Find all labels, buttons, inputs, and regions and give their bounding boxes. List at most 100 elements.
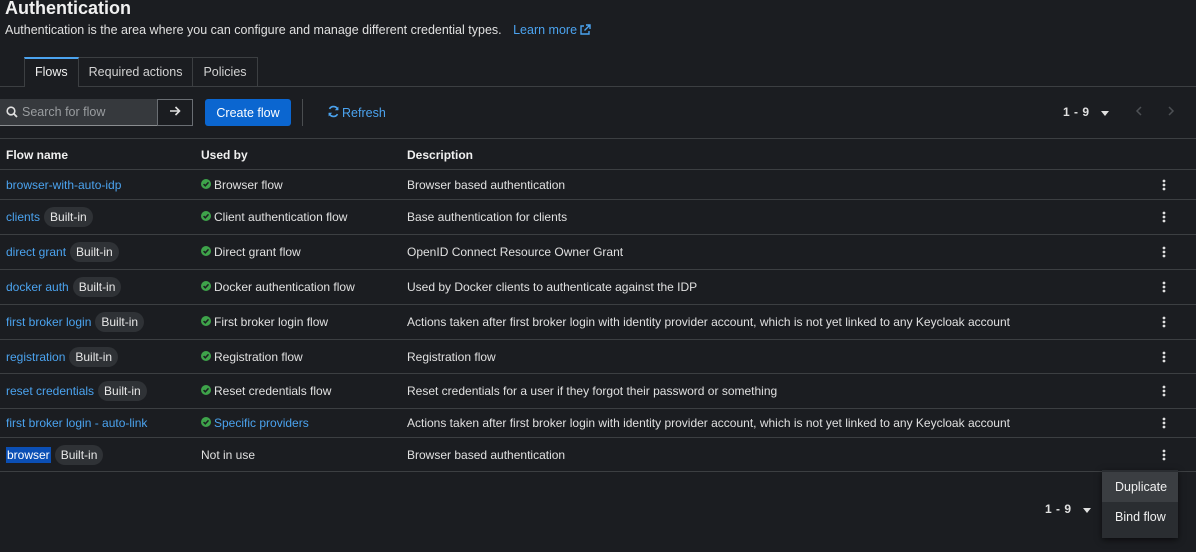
kebab-menu-icon[interactable]: [1162, 374, 1166, 408]
used-by-cell: Not in use: [201, 438, 255, 471]
menu-item-bind-flow[interactable]: Bind flow: [1102, 502, 1178, 532]
learn-more-label: Learn more: [513, 23, 578, 37]
pagination-top: 1 - 9: [1063, 105, 1175, 119]
table-row: first broker login - auto-link Specific p…: [0, 409, 1196, 438]
page-title: Authentication: [5, 0, 131, 18]
built-in-badge: Built-in: [72, 277, 122, 297]
flow-name-cell: registration Built-in: [6, 340, 119, 373]
used-by-cell: Docker authentication flow: [201, 270, 355, 304]
learn-more-link[interactable]: Learn more: [513, 23, 591, 37]
tab-flows[interactable]: Flows: [24, 57, 79, 87]
kebab-menu-icon[interactable]: [1162, 305, 1166, 339]
used-by-cell: First broker login flow: [201, 305, 328, 339]
column-header-flow-name[interactable]: Flow name: [6, 148, 68, 162]
table-header: Flow name Used by Description: [0, 138, 1196, 170]
create-flow-button[interactable]: Create flow: [205, 99, 291, 126]
description-cell: Base authentication for clients: [407, 210, 568, 224]
chevron-right-icon[interactable]: [1167, 105, 1175, 119]
used-by-cell: Specific providers: [201, 409, 309, 437]
used-by-cell: Client authentication flow: [201, 200, 347, 234]
chevron-left-icon[interactable]: [1135, 105, 1142, 119]
flow-name-link[interactable]: browser-with-auto-idp: [6, 178, 121, 192]
flow-name-link[interactable]: clients: [6, 210, 40, 224]
check-circle-icon: [201, 280, 211, 294]
table-body: browser-with-auto-idp Browser flow Browser…: [0, 170, 1196, 472]
refresh-icon: [327, 105, 342, 121]
check-circle-icon: [201, 384, 211, 398]
table-row: first broker login Built-in First broker l…: [0, 305, 1196, 340]
pagination-bottom: 1 - 9: [1045, 502, 1091, 516]
used-by-text: Client authentication flow: [214, 210, 348, 224]
menu-item-duplicate[interactable]: Duplicate: [1102, 472, 1178, 502]
tab-required-actions[interactable]: Required actions: [78, 57, 194, 87]
check-circle-icon: [201, 315, 211, 329]
column-header-description: Description: [407, 148, 474, 162]
check-circle-icon: [201, 210, 211, 224]
description-cell: Browser based authentication: [407, 177, 566, 192]
description-cell: Actions taken after first broker login w…: [407, 315, 1010, 329]
arrow-right-icon: [169, 105, 181, 120]
check-circle-icon: [201, 178, 211, 192]
built-in-badge: Built-in: [54, 444, 104, 465]
search-icon: [6, 106, 18, 121]
built-in-badge: Built-in: [44, 207, 93, 227]
built-in-badge: Built-in: [69, 346, 119, 367]
used-by-text: Docker authentication flow: [214, 280, 355, 294]
flow-name-cell: first broker login Built-in: [6, 305, 145, 339]
used-by-text: Registration flow: [214, 349, 303, 364]
flow-name-link[interactable]: first broker login: [6, 315, 91, 329]
refresh-button[interactable]: Refresh: [327, 105, 386, 121]
kebab-menu-icon[interactable]: [1162, 200, 1166, 234]
toolbar: Create flow Refresh 1 - 9: [0, 99, 1196, 126]
kebab-menu-icon[interactable]: [1162, 235, 1166, 269]
built-in-badge: Built-in: [95, 312, 145, 332]
used-by-text: Browser flow: [214, 177, 283, 192]
used-by-text: Direct grant flow: [214, 245, 301, 259]
flow-name-link[interactable]: reset credentials: [6, 384, 94, 398]
search-input[interactable]: [22, 99, 152, 125]
flow-name-link[interactable]: first broker login - auto-link: [6, 416, 147, 430]
search-box: [0, 99, 157, 126]
flow-name-link[interactable]: registration: [6, 350, 65, 364]
flows-table: Flow name Used by Description browser-wi…: [0, 138, 1196, 472]
flow-name-link[interactable]: browser: [6, 446, 51, 463]
table-row: direct grant Built-in Direct grant flow Ope…: [0, 235, 1196, 270]
row-actions-menu: Duplicate Bind flow: [1102, 470, 1178, 538]
table-row: browser-with-auto-idp Browser flow Browser…: [0, 170, 1196, 200]
used-by-cell: Browser flow: [201, 170, 283, 199]
check-circle-icon: [201, 350, 211, 364]
kebab-menu-icon[interactable]: [1162, 170, 1166, 199]
used-by-link[interactable]: Specific providers: [214, 416, 309, 430]
kebab-menu-icon[interactable]: [1162, 409, 1166, 437]
description-cell: Registration flow: [407, 349, 496, 364]
search-submit-button[interactable]: [157, 99, 193, 126]
tab-bar: Flows Required actions Policies: [24, 57, 258, 87]
column-header-used-by: Used by: [201, 148, 248, 162]
used-by-cell: Registration flow: [201, 340, 303, 373]
flow-name-cell: direct grant Built-in: [6, 235, 119, 269]
kebab-menu-icon[interactable]: [1162, 438, 1166, 471]
flow-name-cell: browser Built-in: [6, 438, 104, 471]
used-by-cell: Reset credentials flow: [201, 374, 331, 408]
check-circle-icon: [201, 416, 211, 430]
flow-name-cell: first broker login - auto-link: [6, 409, 147, 437]
pagination-count[interactable]: 1 - 9: [1063, 105, 1090, 119]
page-subtitle: Authentication is the area where you can…: [5, 23, 591, 39]
description-cell: Actions taken after first broker login w…: [407, 416, 1010, 430]
flow-name-link[interactable]: direct grant: [6, 245, 66, 259]
refresh-label: Refresh: [342, 106, 386, 120]
built-in-badge: Built-in: [70, 242, 119, 262]
caret-down-icon[interactable]: [1100, 105, 1109, 119]
tab-policies[interactable]: Policies: [193, 57, 258, 87]
kebab-menu-icon[interactable]: [1162, 270, 1166, 304]
kebab-menu-icon[interactable]: [1162, 340, 1166, 373]
flow-name-cell: reset credentials Built-in: [6, 374, 147, 408]
built-in-badge: Built-in: [98, 381, 147, 401]
caret-down-icon[interactable]: [1082, 502, 1091, 516]
pagination-count-bottom[interactable]: 1 - 9: [1045, 502, 1072, 516]
flow-name-link[interactable]: docker auth: [6, 280, 69, 294]
flow-name-cell: clients Built-in: [6, 200, 93, 234]
description-cell: Reset credentials for a user if they for…: [407, 384, 778, 398]
external-link-icon: [579, 24, 591, 39]
table-row: browser Built-in Not in use Browser based a…: [0, 438, 1196, 472]
